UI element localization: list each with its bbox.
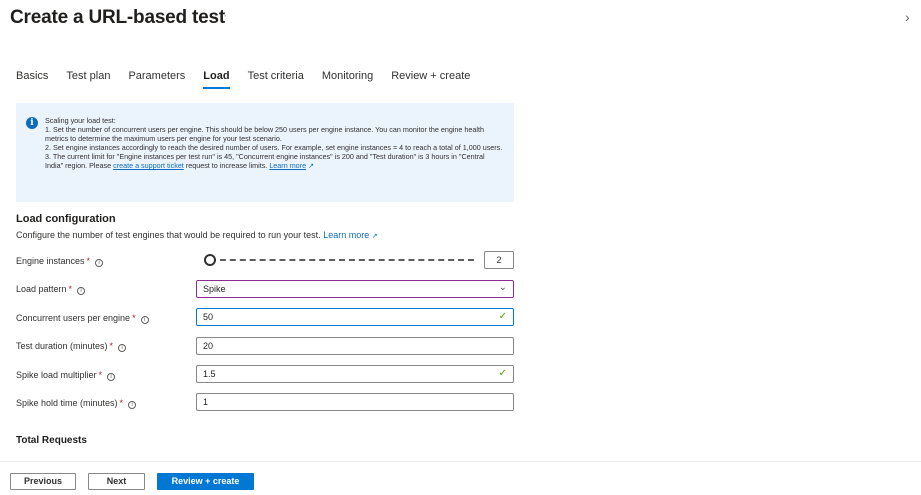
engine-instances-input[interactable]: 2 bbox=[484, 251, 514, 269]
chevron-right-icon[interactable]: › bbox=[905, 9, 910, 25]
required-marker: * bbox=[98, 370, 103, 380]
load-pattern-label: Load pattern * i bbox=[16, 283, 86, 295]
next-button[interactable]: Next bbox=[88, 473, 145, 490]
checkmark-icon: ✓ bbox=[498, 368, 507, 379]
required-marker: * bbox=[86, 256, 91, 266]
test-duration-label: Test duration (minutes) * i bbox=[16, 340, 127, 352]
more-options-icon[interactable]: ··· bbox=[214, 10, 228, 22]
info-heading: Scaling your load test: bbox=[45, 116, 116, 125]
required-marker: * bbox=[119, 398, 124, 408]
checkmark-icon: ✓ bbox=[498, 311, 507, 322]
spike-multiplier-label: Spike load multiplier * i bbox=[16, 369, 116, 381]
total-requests-heading: Total Requests bbox=[16, 435, 87, 446]
load-configuration-description: Configure the number of test engines tha… bbox=[16, 230, 378, 240]
info-message-bar: i Scaling your load test: 1. Set the num… bbox=[16, 103, 514, 202]
tab-bar: Basics Test plan Parameters Load Test cr… bbox=[16, 70, 488, 90]
test-duration-input[interactable]: 20 bbox=[196, 337, 514, 355]
load-pattern-value: Spike bbox=[203, 284, 226, 294]
tab-load[interactable]: Load bbox=[203, 70, 230, 90]
tab-test-plan[interactable]: Test plan bbox=[66, 70, 110, 90]
info-line-1: 1. Set the number of concurrent users pe… bbox=[45, 125, 484, 143]
concurrent-users-input[interactable]: 50 ✓ bbox=[196, 308, 514, 326]
test-duration-value: 20 bbox=[203, 341, 214, 351]
load-config-learn-more-link[interactable]: Learn more bbox=[323, 230, 369, 240]
breadcrumb[interactable] bbox=[120, 0, 300, 2]
chevron-down-icon: ⌄ bbox=[498, 282, 507, 293]
external-link-icon: ↗ bbox=[371, 233, 378, 240]
load-configuration-title: Load configuration bbox=[16, 213, 116, 225]
slider-thumb[interactable] bbox=[204, 254, 216, 266]
spike-multiplier-label-text: Spike load multiplier bbox=[16, 370, 97, 380]
concurrent-users-label: Concurrent users per engine * i bbox=[16, 312, 149, 324]
info-learn-more-link[interactable]: Learn more bbox=[269, 161, 306, 170]
info-circle-icon[interactable]: i bbox=[118, 344, 127, 352]
spike-hold-value: 1 bbox=[203, 397, 209, 407]
info-line-3-suffix: request to increase limits. bbox=[185, 161, 268, 170]
tab-test-criteria[interactable]: Test criteria bbox=[248, 70, 304, 90]
footer-divider bbox=[0, 461, 921, 462]
engine-instances-label: Engine instances * i bbox=[16, 255, 104, 267]
info-circle-icon[interactable]: i bbox=[107, 373, 116, 381]
required-marker: * bbox=[132, 313, 136, 323]
load-pattern-label-text: Load pattern bbox=[16, 284, 67, 294]
engine-instances-slider[interactable] bbox=[204, 253, 474, 267]
load-configuration-text: Configure the number of test engines tha… bbox=[16, 230, 321, 240]
concurrent-users-label-text: Concurrent users per engine bbox=[16, 313, 131, 323]
spike-hold-label-text: Spike hold time (minutes) bbox=[16, 398, 118, 408]
tab-basics[interactable]: Basics bbox=[16, 70, 48, 90]
info-circle-icon[interactable]: i bbox=[140, 316, 149, 324]
info-line-2: 2. Set engine instances accordingly to r… bbox=[45, 143, 503, 152]
info-circle-icon[interactable]: i bbox=[77, 287, 86, 295]
concurrent-users-value: 50 bbox=[203, 312, 214, 322]
slider-track bbox=[210, 259, 474, 261]
spike-hold-input[interactable]: 1 bbox=[196, 393, 514, 411]
support-ticket-link[interactable]: create a support ticket bbox=[113, 161, 184, 170]
spike-hold-label: Spike hold time (minutes) * i bbox=[16, 397, 137, 409]
external-link-icon: ↗ bbox=[308, 163, 314, 170]
info-circle-icon[interactable]: i bbox=[128, 401, 137, 409]
spike-multiplier-value: 1.5 bbox=[203, 369, 216, 379]
engine-instances-label-text: Engine instances bbox=[16, 256, 85, 266]
tab-parameters[interactable]: Parameters bbox=[128, 70, 185, 90]
spike-multiplier-input[interactable]: 1.5 ✓ bbox=[196, 365, 514, 383]
info-line-3: 3. The current limit for "Engine instanc… bbox=[45, 152, 504, 171]
required-marker: * bbox=[68, 284, 73, 294]
page-title: Create a URL-based test bbox=[10, 7, 226, 28]
tab-monitoring[interactable]: Monitoring bbox=[322, 70, 373, 90]
info-icon: i bbox=[26, 117, 38, 129]
load-pattern-dropdown[interactable]: Spike ⌄ bbox=[196, 280, 514, 298]
tab-review-create[interactable]: Review + create bbox=[391, 70, 470, 90]
info-circle-icon[interactable]: i bbox=[95, 259, 104, 267]
test-duration-label-text: Test duration (minutes) bbox=[16, 341, 108, 351]
previous-button[interactable]: Previous bbox=[10, 473, 76, 490]
required-marker: * bbox=[109, 341, 114, 351]
review-create-button[interactable]: Review + create bbox=[157, 473, 254, 490]
